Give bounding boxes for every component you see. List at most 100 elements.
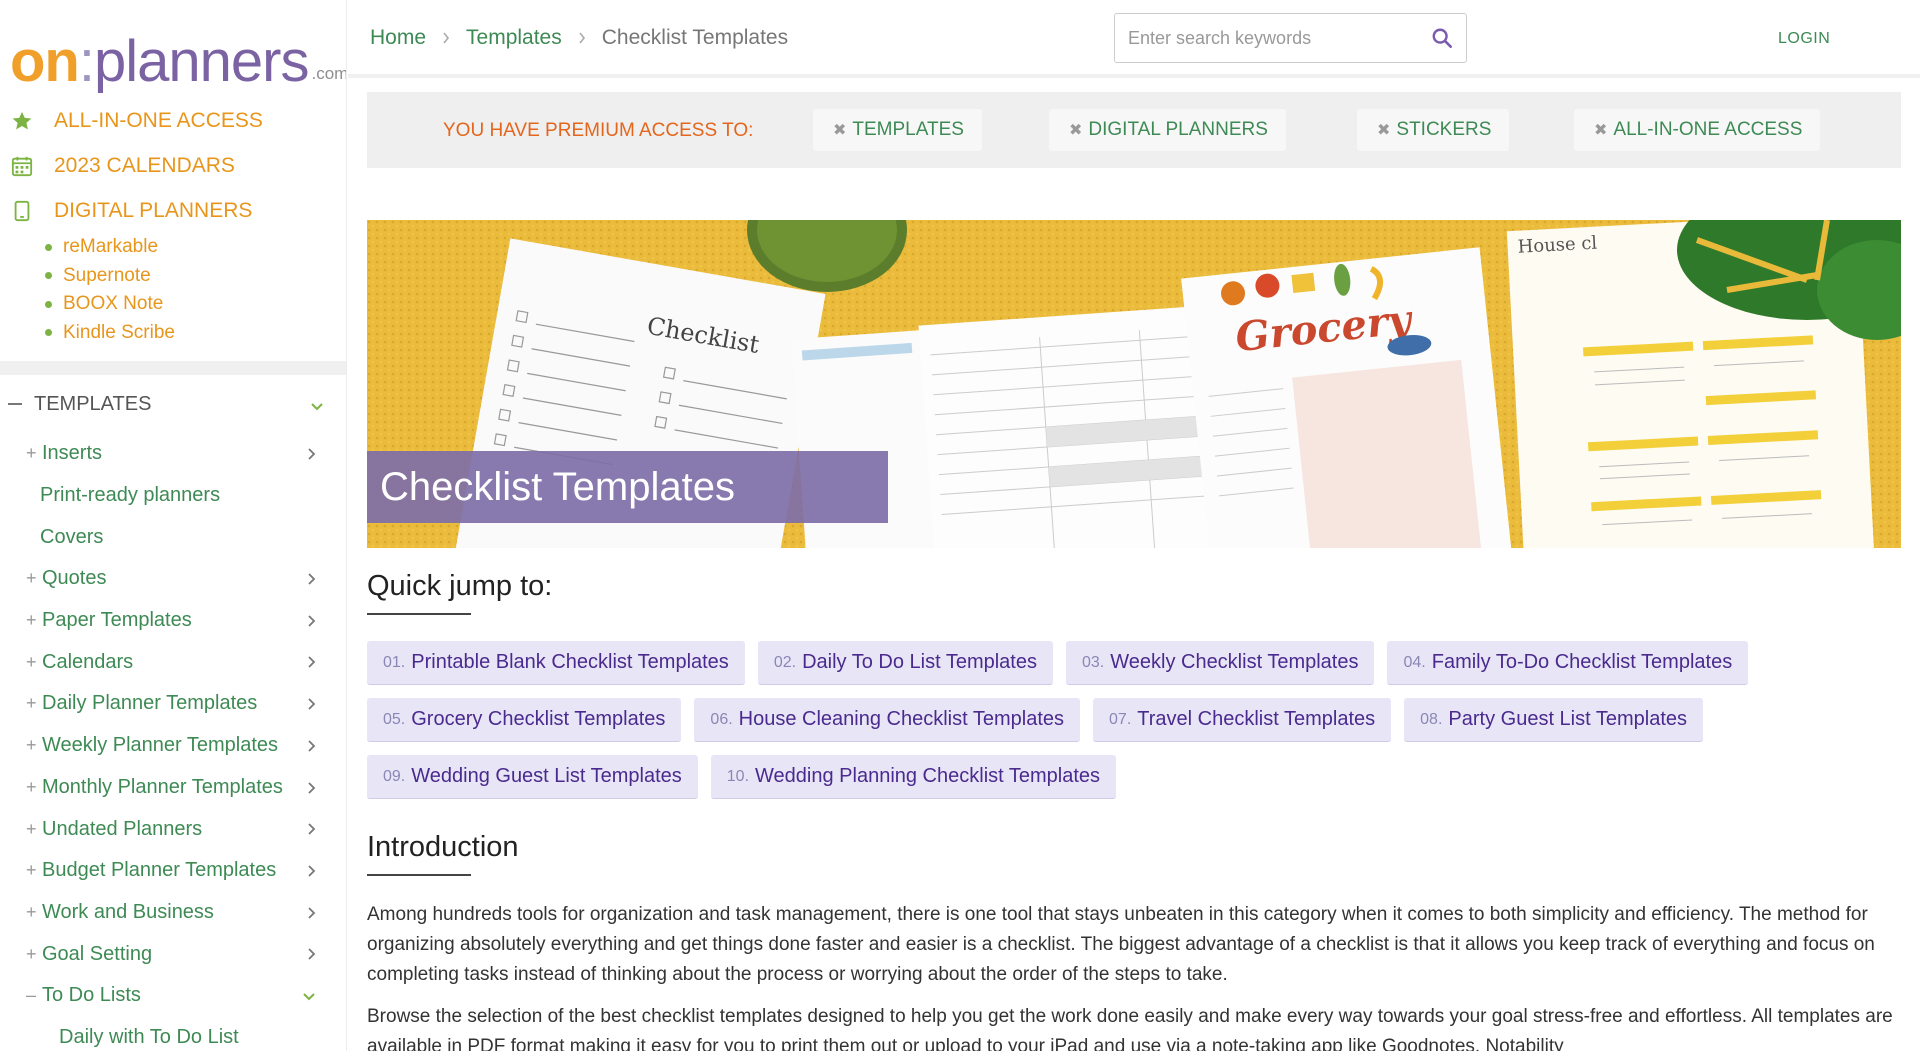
breadcrumb-current: Checklist Templates (601, 26, 789, 49)
chevron-right-icon (306, 570, 316, 593)
sidebar-item[interactable]: + Work and Business (0, 892, 346, 934)
premium-tag-all-in-one-access[interactable]: ✖ ALL-IN-ONE ACCESS (1574, 109, 1821, 151)
sidebar-item-label: Monthly Planner Templates (42, 775, 283, 798)
sidebar-item-label: Inserts (42, 442, 103, 465)
quick-jump-link[interactable]: 10. Wedding Planning Checklist Templates (710, 755, 1117, 799)
quick-jump-label: Grocery Checklist Templates (411, 708, 666, 730)
premium-tag-label: TEMPLATES (852, 119, 964, 140)
quick-jump-link[interactable]: 03. Weekly Checklist Templates (1065, 641, 1375, 685)
chevron-right-icon (306, 820, 316, 843)
plus-icon: + (26, 693, 37, 714)
tablet-icon (10, 199, 34, 223)
premium-label: YOU HAVE PREMIUM ACCESS TO: (443, 120, 754, 141)
sidebar-item[interactable]: + Daily Planner Templates (0, 683, 346, 725)
hero-banner: Checklist Grocery House cl Checklist Tem… (367, 220, 1901, 548)
site-logo[interactable]: on:planners .com (0, 0, 346, 92)
quick-jump-label: Weekly Checklist Templates (1110, 651, 1359, 673)
nav-2023-calendars[interactable]: 2023 CALENDARS (0, 143, 346, 188)
sidebar-item[interactable]: + Weekly Planner Templates (0, 725, 346, 767)
quick-jump-link[interactable]: 01. Printable Blank Checklist Templates (367, 641, 745, 685)
chevron-right-icon (578, 32, 586, 44)
sidebar-item[interactable]: Daily with To Do List (0, 1017, 346, 1051)
subnav-supernote[interactable]: Supernote (45, 262, 346, 291)
plus-icon: + (26, 943, 37, 964)
logo-com: .com (311, 64, 347, 83)
logo-on: on (10, 29, 80, 94)
bullet-icon (45, 243, 52, 251)
plus-icon: + (26, 735, 37, 756)
logo-colon: : (78, 29, 95, 94)
quick-jump-label: Travel Checklist Templates (1137, 708, 1376, 730)
quick-jump-link[interactable]: 05. Grocery Checklist Templates (367, 698, 682, 742)
calendar-icon (10, 154, 34, 178)
subnav-boox-note[interactable]: BOOX Note (45, 290, 346, 319)
subnav-label: Supernote (63, 264, 151, 286)
quick-jump-number: 03. (1081, 653, 1105, 671)
quick-jump-number: 07. (1109, 710, 1132, 728)
quick-jump-link[interactable]: 09. Wedding Guest List Templates (367, 755, 698, 799)
chevron-right-icon (306, 445, 316, 468)
sidebar-item[interactable]: + Goal Setting (0, 933, 346, 975)
sidebar-item[interactable]: + Undated Planners (0, 808, 346, 850)
breadcrumb-home[interactable]: Home (370, 26, 426, 50)
subnav-label: BOOX Note (63, 293, 164, 315)
subnav-remarkable[interactable]: reMarkable (45, 233, 346, 262)
quick-jump-link[interactable]: 07. Travel Checklist Templates (1093, 698, 1392, 742)
sidebar-item-label: Print-ready planners (40, 484, 221, 507)
search-icon[interactable] (1418, 15, 1466, 61)
close-icon: ✖ (1069, 122, 1083, 139)
login-link[interactable]: LOGIN (1778, 30, 1830, 48)
chevron-right-icon (442, 32, 450, 44)
sidebar-item-label: Daily with To Do List (59, 1025, 239, 1048)
chevron-right-icon (306, 904, 316, 927)
quick-jump-number: 05. (383, 710, 406, 728)
sidebar-item[interactable]: + Paper Templates (0, 600, 346, 642)
quick-jump-number: 10. (726, 767, 750, 785)
sidebar-item[interactable]: Covers (0, 516, 346, 558)
breadcrumb-templates[interactable]: Templates (466, 26, 562, 50)
premium-tag-stickers[interactable]: ✖ STICKERS (1357, 109, 1510, 151)
sidebar-item-label: Goal Setting (42, 942, 153, 965)
plus-icon: + (26, 860, 37, 881)
nav-label: ALL-IN-ONE ACCESS (54, 108, 263, 132)
nav-all-in-one-access[interactable]: ALL-IN-ONE ACCESS (0, 98, 346, 143)
subnav-kindle-scribe[interactable]: Kindle Scribe (45, 319, 346, 348)
minus-icon (8, 403, 22, 405)
introduction-heading: Introduction (367, 831, 519, 863)
sidebar-item[interactable]: + Budget Planner Templates (0, 850, 346, 892)
sidebar-item[interactable]: + Quotes (0, 558, 346, 600)
quick-jump-number: 02. (773, 653, 797, 671)
quick-jump-link[interactable]: 08. Party Guest List Templates (1404, 698, 1704, 742)
hero-house-text: House cl (1517, 233, 1598, 258)
sidebar-item[interactable]: – To Do Lists (0, 975, 346, 1017)
sidebar-item-label: Calendars (42, 650, 134, 673)
search-box (1114, 13, 1467, 63)
templates-section-toggle[interactable]: TEMPLATES (0, 375, 346, 433)
nav-digital-planners[interactable]: DIGITAL PLANNERS (0, 188, 346, 233)
sidebar-item-label: Covers (40, 525, 104, 548)
premium-tag-digital-planners[interactable]: ✖ DIGITAL PLANNERS (1049, 109, 1286, 151)
sidebar-item[interactable]: + Monthly Planner Templates (0, 767, 346, 809)
sidebar-item-label: Budget Planner Templates (42, 859, 277, 882)
chevron-down-icon (310, 395, 324, 418)
premium-tag-label: STICKERS (1396, 119, 1492, 140)
bullet-icon (45, 329, 52, 337)
subnav-label: Kindle Scribe (63, 321, 175, 343)
sidebar-item[interactable]: + Calendars (0, 641, 346, 683)
logo-planners: planners (93, 29, 309, 94)
quick-jump-link[interactable]: 02. Daily To Do List Templates (757, 641, 1053, 685)
sidebar-item[interactable]: + Inserts (0, 433, 346, 475)
search-input[interactable] (1115, 15, 1418, 61)
nav-label: DIGITAL PLANNERS (54, 198, 253, 222)
templates-list: + Inserts Print-ready planners Covers + Quote… (0, 433, 346, 1051)
digital-planners-subnav: reMarkable Supernote BOOX Note Kindle Sc… (0, 233, 346, 355)
chevron-right-icon (306, 695, 316, 718)
plus-icon: + (26, 568, 37, 589)
premium-tag-templates[interactable]: ✖ TEMPLATES (813, 109, 982, 151)
quick-jump-number: 09. (383, 767, 406, 785)
premium-access-bar: YOU HAVE PREMIUM ACCESS TO: ✖ TEMPLATES ✖… (367, 92, 1901, 168)
quick-jump-link[interactable]: 06. House Cleaning Checklist Templates (694, 698, 1081, 742)
quick-jump-link[interactable]: 04. Family To-Do Checklist Templates (1387, 641, 1749, 685)
header: Home Templates Checklist Templates LOGIN (348, 0, 1920, 78)
sidebar-item[interactable]: Print-ready planners (0, 475, 346, 517)
